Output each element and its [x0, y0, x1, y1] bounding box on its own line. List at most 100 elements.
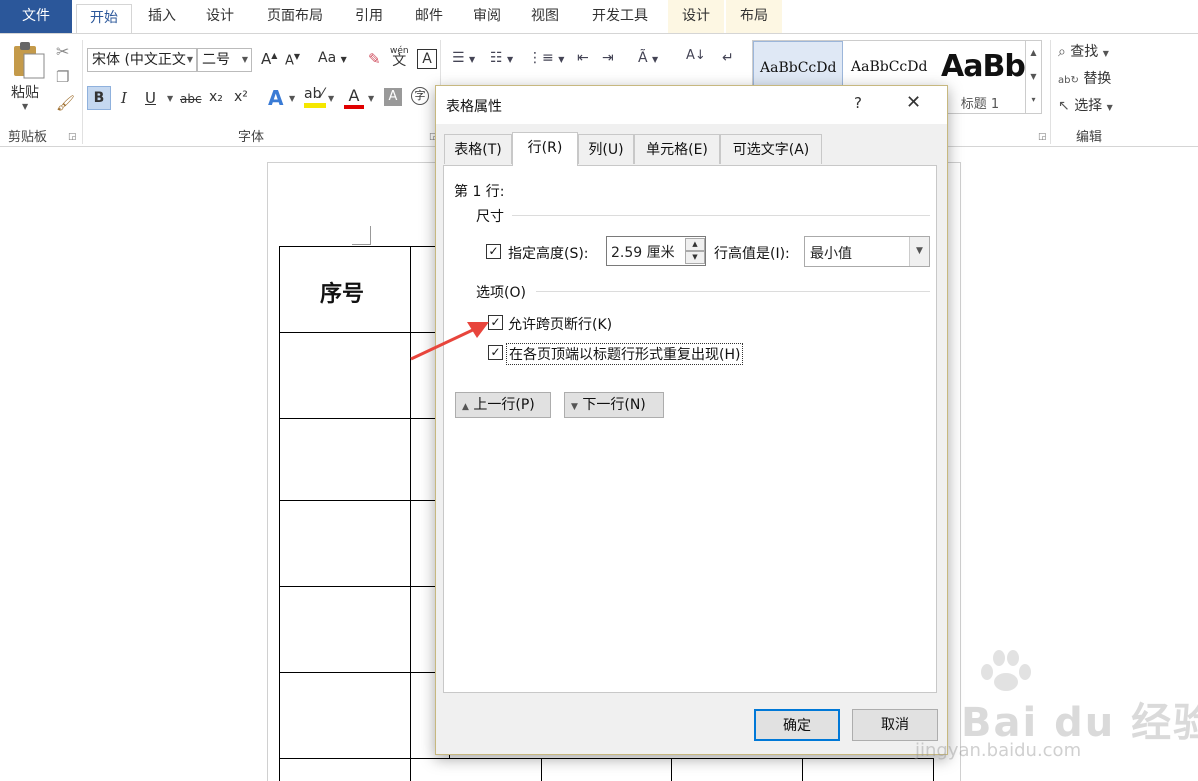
- tab-view[interactable]: 视图: [520, 0, 570, 33]
- char-border-icon[interactable]: A: [417, 49, 437, 69]
- paste-button[interactable]: 粘贴: [11, 82, 39, 102]
- spin-down-icon[interactable]: ▼: [685, 251, 705, 264]
- sort-icon[interactable]: A↓: [686, 48, 706, 63]
- binoculars-icon: ⌕: [1058, 44, 1066, 60]
- chevron-down-icon: ▼: [1102, 49, 1109, 58]
- table-cell[interactable]: [279, 586, 411, 673]
- tab-design[interactable]: 设计: [194, 0, 246, 33]
- bullets-icon[interactable]: ☰ ▼: [452, 50, 475, 66]
- group-divider: [1050, 40, 1051, 144]
- cursor-icon: ↖: [1058, 98, 1070, 114]
- highlight-dropdown-icon[interactable]: ▼: [328, 94, 334, 103]
- tab-page-layout[interactable]: 页面布局: [256, 0, 334, 33]
- help-button[interactable]: ?: [854, 94, 862, 112]
- table-cell[interactable]: [279, 500, 411, 587]
- tab-file[interactable]: 文件: [0, 0, 72, 33]
- tab-insert[interactable]: 插入: [136, 0, 188, 33]
- table-cell[interactable]: [410, 758, 542, 781]
- close-icon[interactable]: ✕: [906, 92, 921, 113]
- gallery-up-icon[interactable]: ▲: [1026, 41, 1041, 65]
- gallery-scrollbar[interactable]: ▲ ▼ ▾: [1025, 41, 1041, 113]
- show-marks-icon[interactable]: ↵: [722, 50, 734, 66]
- text-effects-icon[interactable]: A: [268, 86, 283, 110]
- font-name-combo[interactable]: 宋体 (中文正文 ▼: [87, 48, 197, 72]
- table-cell[interactable]: [279, 758, 411, 781]
- decrease-indent-icon[interactable]: ⇤: [577, 50, 589, 66]
- row-height-value: 2.59 厘米: [611, 245, 675, 261]
- dialog-tab-table[interactable]: 表格(T): [444, 134, 512, 164]
- grow-font-icon[interactable]: A▲: [261, 50, 277, 68]
- paste-dropdown-icon[interactable]: ▼: [22, 102, 28, 111]
- copy-icon[interactable]: ❐: [56, 68, 69, 86]
- format-painter-icon[interactable]: 🖌: [56, 94, 75, 112]
- enclose-char-icon[interactable]: 字: [411, 87, 429, 105]
- tab-review[interactable]: 审阅: [462, 0, 512, 33]
- row-height-spinner[interactable]: 2.59 厘米 ▲ ▼: [606, 236, 706, 266]
- multilevel-list-icon[interactable]: ⋮≡ ▼: [528, 50, 564, 66]
- highlight-icon[interactable]: ab⁄: [304, 86, 326, 108]
- clipboard-launcher-icon[interactable]: ◲: [68, 132, 77, 142]
- editing-group-label: 编辑: [1076, 130, 1103, 145]
- row-height-is-label: 行高值是(I):: [714, 246, 790, 262]
- tab-developer[interactable]: 开发工具: [580, 0, 660, 33]
- gallery-down-icon[interactable]: ▼: [1026, 65, 1041, 89]
- dialog-tab-column[interactable]: 列(U): [578, 134, 634, 164]
- text-effects-dropdown-icon[interactable]: ▼: [289, 94, 295, 103]
- char-shading-icon[interactable]: A: [384, 88, 402, 106]
- ok-button[interactable]: 确定: [754, 709, 840, 741]
- underline-button[interactable]: U: [145, 89, 156, 107]
- change-case-icon[interactable]: Aa ▼: [318, 50, 347, 66]
- font-color-icon[interactable]: A: [344, 86, 364, 109]
- dialog-tab-row[interactable]: 行(R): [512, 132, 578, 166]
- font-size-combo[interactable]: 二号 ▼: [197, 48, 252, 72]
- table-cell[interactable]: [279, 672, 411, 759]
- tab-home[interactable]: 开始: [76, 4, 132, 34]
- table-cell[interactable]: [279, 418, 411, 501]
- tab-table-layout[interactable]: 布局: [726, 0, 782, 33]
- specify-height-checkbox[interactable]: ✓: [486, 244, 501, 259]
- dialog-titlebar[interactable]: 表格属性 ? ✕: [436, 86, 947, 124]
- next-row-button[interactable]: ▼ 下一行(N): [564, 392, 664, 418]
- numbering-icon[interactable]: ☷ ▼: [490, 50, 513, 66]
- subscript-button[interactable]: x₂: [209, 89, 223, 105]
- find-button[interactable]: ⌕ 查找 ▼: [1058, 41, 1109, 61]
- tab-references[interactable]: 引用: [344, 0, 394, 33]
- spin-up-icon[interactable]: ▲: [685, 238, 705, 251]
- specify-height-label: 指定高度(S):: [508, 246, 589, 262]
- table-cell[interactable]: [279, 332, 411, 419]
- dialog-tab-cell[interactable]: 单元格(E): [634, 134, 720, 164]
- increase-indent-icon[interactable]: ⇥: [602, 50, 614, 66]
- phonetic-guide-icon[interactable]: wén 文: [390, 46, 409, 68]
- section-divider: [536, 291, 930, 292]
- style-preview: AaBbCcDd: [851, 59, 928, 75]
- tab-mailings[interactable]: 邮件: [404, 0, 454, 33]
- triangle-down-icon: ▼: [571, 402, 578, 412]
- clear-format-icon[interactable]: ✎: [368, 50, 381, 68]
- dialog-tab-alt-text[interactable]: 可选文字(A): [720, 134, 822, 164]
- asian-layout-icon[interactable]: Ã ▼: [638, 50, 658, 66]
- previous-row-button[interactable]: ▲ 上一行(P): [455, 392, 551, 418]
- chevron-down-icon: ▼: [186, 55, 193, 64]
- bold-button[interactable]: B: [87, 86, 111, 110]
- style-preview: AaBbCcDd: [760, 60, 837, 76]
- gallery-more-icon[interactable]: ▾: [1026, 89, 1041, 111]
- row-height-rule-select[interactable]: 最小值 ▼: [804, 236, 930, 267]
- select-button[interactable]: ↖ 选择 ▼: [1058, 95, 1113, 115]
- ribbon-tab-bar: 文件 开始 插入 设计 页面布局 引用 邮件 审阅 视图 开发工具 设计 布局: [0, 0, 1198, 34]
- shrink-font-icon[interactable]: A▼: [285, 52, 300, 68]
- table-cell[interactable]: [541, 758, 672, 781]
- italic-button[interactable]: I: [121, 89, 127, 107]
- table-cell[interactable]: [671, 758, 803, 781]
- superscript-button[interactable]: x²: [234, 89, 248, 105]
- font-color-dropdown-icon[interactable]: ▼: [368, 94, 374, 103]
- style-heading-1[interactable]: AaBb 标题 1: [935, 41, 1026, 113]
- tab-table-design[interactable]: 设计: [668, 0, 724, 33]
- watermark-url: jingyan.baidu.com: [915, 740, 1082, 761]
- underline-dropdown-icon[interactable]: ▼: [167, 94, 173, 103]
- replace-label: 替换: [1083, 71, 1112, 87]
- strikethrough-button[interactable]: abc: [180, 92, 202, 106]
- replace-button[interactable]: ab↻ 替换: [1058, 68, 1111, 88]
- styles-launcher-icon[interactable]: ◲: [1038, 132, 1047, 142]
- cut-icon[interactable]: ✂: [56, 42, 69, 61]
- paste-icon[interactable]: [10, 40, 46, 80]
